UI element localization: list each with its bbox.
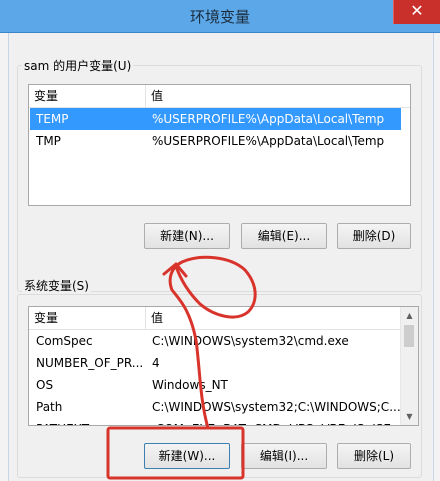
dialog-body: sam 的用户变量(U) 变量 值 TEMP %USERPROFILE%\App… (8, 33, 434, 481)
vertical-scrollbar[interactable]: ▲ ▼ (400, 307, 418, 425)
scroll-thumb[interactable] (404, 325, 414, 347)
variable-name: Path (36, 400, 63, 414)
close-button[interactable]: ✕ (393, 0, 440, 24)
variable-value: %USERPROFILE%\AppData\Local\Temp (152, 112, 385, 126)
column-header-value[interactable]: 值 (146, 85, 163, 107)
environment-variables-dialog: 环境变量 ✕ sam 的用户变量(U) 变量 值 TEMP %USERPROFI… (0, 0, 440, 481)
list-header: 变量 值 (29, 307, 400, 330)
variable-name: OS (36, 378, 54, 392)
table-row[interactable]: TMP %USERPROFILE%\AppData\Local\Temp (30, 130, 401, 152)
system-delete-button[interactable]: 删除(L) (337, 443, 411, 469)
user-delete-button[interactable]: 删除(D) (337, 223, 411, 249)
variable-name: TEMP (36, 112, 69, 126)
column-header-value[interactable]: 值 (146, 307, 163, 329)
scroll-down-arrow-icon[interactable]: ▼ (401, 408, 418, 425)
title-bar[interactable]: 环境变量 ✕ (0, 0, 440, 33)
window-title: 环境变量 (189, 8, 250, 26)
scroll-up-arrow-icon[interactable]: ▲ (401, 307, 418, 324)
list-header: 变量 值 (29, 85, 410, 108)
table-row[interactable]: TEMP %USERPROFILE%\AppData\Local\Temp (30, 108, 401, 130)
variable-name: PATHEXT (36, 418, 144, 425)
variable-name: ComSpec (36, 334, 93, 348)
table-row[interactable]: OS Windows_NT (30, 374, 398, 396)
variable-value: .COM;.EXE;.BAT;.CMD;.VBS;.VBE;.JS;.JSE;.… (152, 418, 406, 425)
user-variables-list[interactable]: 变量 值 TEMP %USERPROFILE%\AppData\Local\Te… (28, 84, 411, 206)
system-variables-legend: 系统变量(S) (22, 277, 91, 294)
variable-name: NUMBER_OF_PR... (36, 356, 144, 370)
system-edit-button[interactable]: 编辑(I)... (241, 443, 327, 469)
variable-value: C:\WINDOWS\system32;C:\WINDOWS;C... (152, 400, 401, 414)
user-new-button[interactable]: 新建(N)... (144, 223, 230, 249)
variable-value: C:\WINDOWS\system32\cmd.exe (152, 334, 349, 348)
user-variables-legend: sam 的用户变量(U) (22, 57, 134, 74)
system-variables-list[interactable]: 变量 值 ComSpec C:\WINDOWS\system32\cmd.exe… (28, 306, 419, 426)
user-edit-button[interactable]: 编辑(E)... (241, 223, 327, 249)
variable-value: 4 (152, 356, 160, 370)
system-new-button[interactable]: 新建(W)... (144, 443, 230, 469)
variable-name: TMP (36, 134, 61, 148)
table-row[interactable]: NUMBER_OF_PR... 4 (30, 352, 398, 374)
table-row[interactable]: ComSpec C:\WINDOWS\system32\cmd.exe (30, 330, 398, 352)
column-header-variable[interactable]: 变量 (29, 85, 146, 107)
variable-value: Windows_NT (152, 378, 228, 392)
table-row[interactable]: PATHEXT .COM;.EXE;.BAT;.CMD;.VBS;.VBE;.J… (30, 418, 406, 425)
column-header-variable[interactable]: 变量 (29, 307, 146, 329)
variable-value: %USERPROFILE%\AppData\Local\Temp (152, 134, 385, 148)
table-row[interactable]: Path C:\WINDOWS\system32;C:\WINDOWS;C... (30, 396, 401, 418)
